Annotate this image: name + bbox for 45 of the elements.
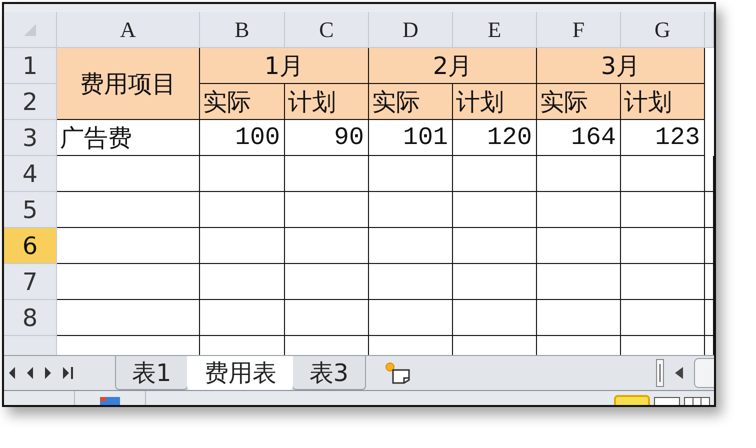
table-header-cell: 实际	[537, 84, 621, 120]
table-header-cell: 实际	[369, 84, 453, 120]
row-header[interactable]: 4	[4, 156, 57, 192]
row-header[interactable]: 5	[4, 192, 57, 228]
table-header-cell: 实际	[200, 84, 285, 120]
column-header[interactable]: E	[453, 12, 537, 48]
sheet-tab[interactable]: 费用表	[187, 356, 294, 390]
table-header-cell: 费用项目	[57, 48, 200, 120]
splitter-handle-icon[interactable]	[656, 359, 664, 387]
table-cell: 101	[369, 120, 453, 156]
table-header-cell: 计划	[621, 84, 705, 120]
page-layout-icon[interactable]	[654, 397, 680, 405]
table-cell: 120	[453, 120, 537, 156]
table-header-cell: 3月	[537, 48, 705, 84]
table-cell: 123	[621, 120, 705, 156]
table-cell: 164	[537, 120, 621, 156]
scroll-left-icon[interactable]	[674, 366, 684, 380]
page-break-icon[interactable]	[684, 397, 710, 405]
column-header[interactable]: D	[369, 12, 453, 48]
table-cell: 90	[285, 120, 369, 156]
row-header[interactable]: 6	[4, 228, 57, 264]
row-header[interactable]: 7	[4, 264, 57, 300]
table-header-cell: 2月	[369, 48, 537, 84]
column-header[interactable]: C	[285, 12, 369, 48]
sheet-tab[interactable]: 表1	[115, 356, 188, 390]
row-header[interactable]: 2	[4, 84, 57, 120]
row-header[interactable]: 1	[4, 48, 57, 84]
table-header-cell: 1月	[200, 48, 369, 84]
column-header[interactable]: B	[200, 12, 285, 48]
row-header[interactable]: 8	[4, 300, 57, 336]
table-cell: 100	[200, 120, 285, 156]
first-sheet-icon[interactable]	[8, 366, 16, 380]
column-header[interactable]: A	[57, 12, 200, 48]
table-cell: 广告费	[57, 120, 200, 156]
previous-sheet-icon[interactable]	[26, 366, 34, 380]
new-sheet-icon[interactable]	[384, 361, 412, 385]
table-header-cell: 计划	[285, 84, 369, 120]
next-sheet-icon[interactable]	[44, 366, 52, 380]
last-sheet-icon[interactable]	[62, 366, 74, 380]
column-header[interactable]: F	[537, 12, 621, 48]
scrollbar-icon[interactable]	[694, 358, 714, 388]
row-header[interactable]: 3	[4, 120, 57, 156]
table-header-cell: 计划	[453, 84, 537, 120]
sheet-tab[interactable]: 表3	[292, 356, 366, 390]
column-header[interactable]: G	[621, 12, 705, 48]
